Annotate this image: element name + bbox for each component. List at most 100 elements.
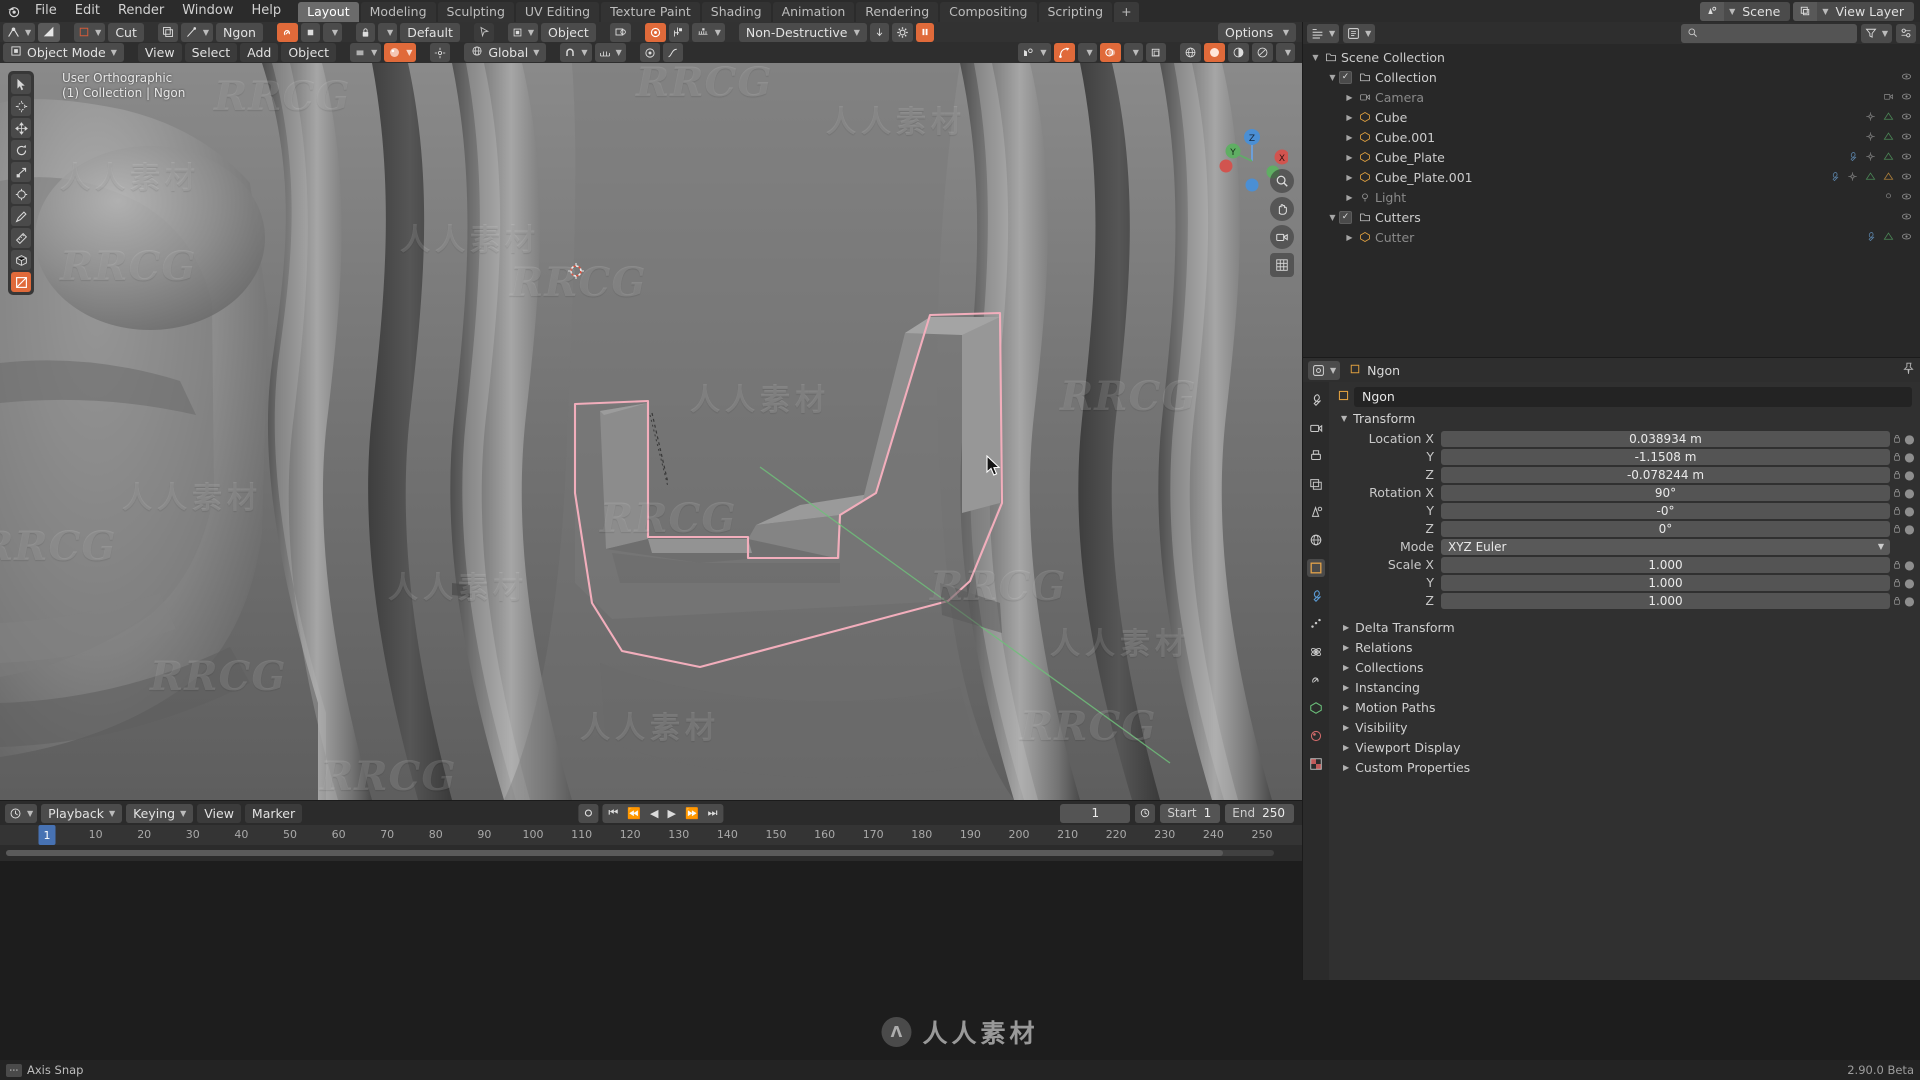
panel-viewport-display[interactable]: ▶ Viewport Display (1333, 737, 1916, 757)
constraints-tab[interactable] (1307, 671, 1325, 689)
copy-shape-icon[interactable] (157, 22, 178, 42)
filter-icon[interactable] (1896, 23, 1916, 43)
expand-toggle-icon[interactable]: ▼ (1309, 53, 1322, 62)
wrench-icon[interactable] (1847, 150, 1858, 165)
light-icon[interactable] (1883, 190, 1894, 205)
animate-property-dot[interactable]: ● (1903, 522, 1916, 536)
live-link-icon[interactable] (276, 22, 298, 42)
eye-icon[interactable] (1901, 170, 1912, 185)
tool-tab[interactable] (1307, 391, 1325, 409)
animate-property-dot[interactable]: ● (1903, 594, 1916, 608)
overlays-icon[interactable] (1099, 43, 1121, 62)
magnet-icon[interactable]: ▼ (560, 43, 592, 62)
transform-tool[interactable] (11, 184, 31, 204)
move-tool[interactable] (11, 118, 31, 138)
display-mode-select[interactable]: ▼ (1343, 23, 1376, 43)
funnel-icon[interactable]: ▼ (1860, 23, 1892, 43)
expand-toggle-icon[interactable]: ▶ (1343, 133, 1356, 142)
viewport-menu-select[interactable]: Select (184, 43, 238, 62)
modifier-icon[interactable] (1865, 110, 1876, 125)
panel-collections[interactable]: ▶ Collections (1333, 657, 1916, 677)
panel-motion-paths[interactable]: ▶ Motion Paths (1333, 697, 1916, 717)
cut-mode-button[interactable]: Cut (108, 22, 144, 42)
modifier-icon[interactable] (1847, 170, 1858, 185)
preset-button[interactable]: Default (400, 22, 460, 42)
modifier-tab[interactable] (1307, 587, 1325, 605)
gear-icon[interactable] (891, 22, 913, 42)
grid-icon[interactable] (1270, 253, 1294, 277)
object-button[interactable]: Object (541, 22, 596, 42)
destructive-mode-select[interactable]: Non-Destructive ▼ (738, 22, 867, 42)
panel-visibility[interactable]: ▶ Visibility (1333, 717, 1916, 737)
array-icon[interactable] (668, 22, 689, 42)
select-mode-icon[interactable]: ▼ (350, 43, 382, 62)
blender-logo-icon[interactable] (0, 0, 26, 22)
play-reverse-icon[interactable]: ◀ (646, 807, 662, 820)
outliner-row[interactable]: ▶ Light (1303, 187, 1920, 207)
menu-help[interactable]: Help (243, 0, 291, 22)
view-layer-selector[interactable]: ▼ View Layer (1793, 1, 1914, 21)
material-tab[interactable] (1307, 727, 1325, 745)
timeline-scrollbar[interactable] (6, 850, 1274, 856)
measure-tool[interactable] (11, 228, 31, 248)
eye-icon[interactable] (1901, 150, 1912, 165)
auto-keyframe-icon[interactable] (1135, 803, 1156, 823)
animate-property-dot[interactable]: ● (1903, 558, 1916, 572)
transform-1-0-field[interactable]: 90° (1441, 484, 1890, 501)
mesh-tri-icon[interactable] (1865, 170, 1876, 185)
wrench-icon[interactable] (1829, 170, 1840, 185)
modifier-icon[interactable] (1865, 150, 1876, 165)
boolean-icon[interactable] (609, 22, 631, 42)
eye-icon[interactable] (1901, 190, 1912, 205)
world-tab[interactable] (1307, 531, 1325, 549)
eye-icon[interactable] (1901, 110, 1912, 125)
panel-relations[interactable]: ▶ Relations (1333, 637, 1916, 657)
lock-icon[interactable] (1890, 469, 1903, 480)
viewport-menu-object[interactable]: Object (281, 43, 337, 62)
animate-property-dot[interactable]: ● (1903, 450, 1916, 464)
panel-instancing[interactable]: ▶ Instancing (1333, 677, 1916, 697)
object-name-field[interactable]: Ngon (1354, 386, 1912, 407)
view-layer-tab[interactable] (1307, 475, 1325, 493)
tab-uv-editing[interactable]: UV Editing (515, 2, 600, 22)
transform-panel-header[interactable]: ▼ Transform (1333, 408, 1916, 429)
outliner-row[interactable]: ▶ Cutter (1303, 227, 1920, 247)
lock-icon[interactable] (1890, 487, 1903, 498)
viewport-menu-view[interactable]: View (137, 43, 182, 62)
menu-render[interactable]: Render (109, 0, 173, 22)
mesh-tri-icon[interactable] (1883, 150, 1894, 165)
magnifier-icon[interactable] (1270, 169, 1294, 193)
shading-dropdown[interactable]: ▼ (1275, 43, 1295, 62)
outliner-row[interactable]: ▶ Cube.001 (1303, 127, 1920, 147)
keying-button[interactable]: Keying ▼ (126, 803, 194, 823)
snap-target-icon[interactable]: ▼ (3, 22, 36, 42)
animate-property-dot[interactable]: ● (1903, 468, 1916, 482)
next-keyframe-icon[interactable]: ⏩ (681, 807, 703, 820)
transform-0-2-field[interactable]: -0.078244 m (1441, 466, 1890, 483)
modifier-icon[interactable] (1865, 130, 1876, 145)
menu-file[interactable]: File (26, 0, 66, 22)
tab-modeling[interactable]: Modeling (360, 2, 436, 22)
record-icon[interactable] (578, 803, 599, 823)
lock-icon[interactable] (1890, 595, 1903, 606)
rotate-tool[interactable] (11, 140, 31, 160)
tab-layout[interactable]: Layout (298, 2, 359, 22)
jump-start-icon[interactable]: ⏮ (604, 806, 622, 820)
outliner-row[interactable]: ▶ Camera (1303, 87, 1920, 107)
texture-tab[interactable] (1307, 755, 1325, 773)
outliner-row[interactable]: ▶ Cube (1303, 107, 1920, 127)
tab-animation[interactable]: Animation (772, 2, 855, 22)
animate-property-dot[interactable]: ● (1903, 576, 1916, 590)
scene-selector[interactable]: ▼ Scene (1700, 1, 1791, 21)
outliner-row[interactable]: ▼ ✓ Collection (1303, 67, 1920, 87)
lock-icon[interactable] (1890, 505, 1903, 516)
mesh-tri-icon[interactable] (1883, 110, 1894, 125)
hand-icon[interactable] (1270, 197, 1294, 221)
transform-1-2-field[interactable]: 0° (1441, 520, 1890, 537)
animate-property-dot[interactable]: ● (1903, 504, 1916, 518)
eye-icon[interactable] (1901, 130, 1912, 145)
gizmo-dropdown[interactable]: ▼ (1077, 43, 1097, 62)
expand-toggle-icon[interactable]: ▶ (1343, 113, 1356, 122)
scale-0-field[interactable]: 1.000 (1441, 556, 1890, 573)
pivot-icon[interactable] (430, 43, 451, 62)
